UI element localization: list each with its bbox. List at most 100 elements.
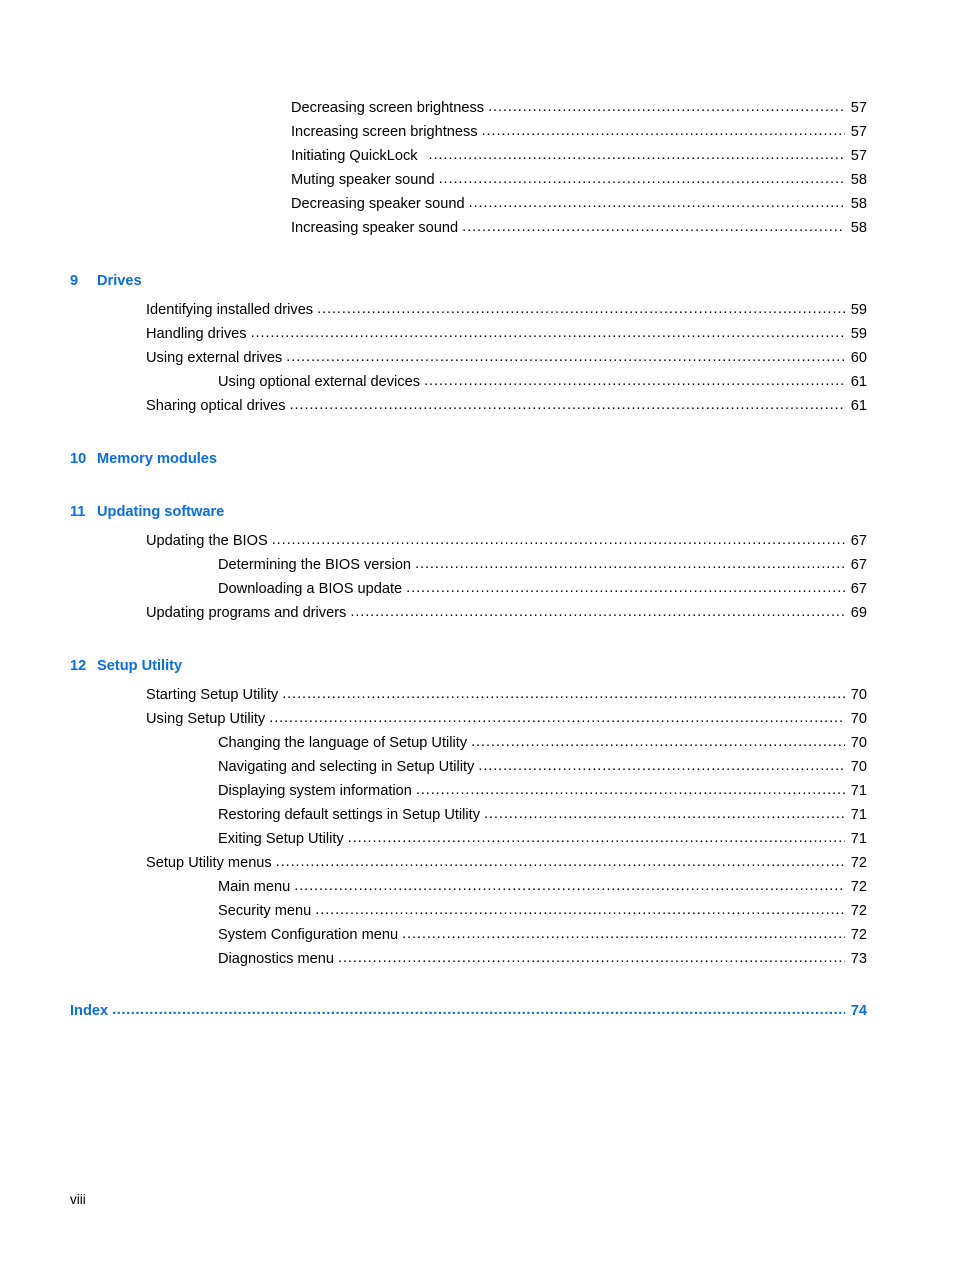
toc-entry[interactable]: Changing the language of Setup Utility..… <box>0 731 954 755</box>
toc-entry-label: Downloading a BIOS update <box>218 581 403 597</box>
toc-entry[interactable]: Decreasing screen brightness............… <box>0 96 954 120</box>
chapter-number: 10 <box>70 451 87 467</box>
toc-entry[interactable]: Navigating and selecting in Setup Utilit… <box>0 755 954 779</box>
toc-dot-leader: ........................................… <box>415 556 845 572</box>
chapter-title: Drives <box>97 273 142 289</box>
chapter-heading[interactable]: 11 Updating software <box>0 500 954 524</box>
toc-entry-label: Identifying installed drives <box>146 302 314 318</box>
toc-entry-label: Increasing screen brightness <box>291 124 478 140</box>
toc-entry[interactable]: Using Setup Utility.....................… <box>0 707 954 731</box>
chapter-heading[interactable]: 12 Setup Utility <box>0 654 954 678</box>
toc-dot-leader: ........................................… <box>350 604 845 620</box>
toc-entry[interactable]: Decreasing speaker sound................… <box>0 192 954 216</box>
toc-entry[interactable]: Sharing optical drives..................… <box>0 394 954 418</box>
toc-entry-label: Displaying system information <box>218 783 412 799</box>
toc-entry-page-number: 71 <box>850 807 867 823</box>
chapter-heading[interactable]: 9 Drives <box>0 269 954 293</box>
toc-dot-leader: ........................................… <box>406 580 845 596</box>
toc-entry-label: Increasing speaker sound <box>291 220 459 236</box>
toc-dot-leader: ........................................… <box>478 758 845 774</box>
toc-entry[interactable]: System Configuration menu...............… <box>0 923 954 947</box>
toc-entry-label: Restoring default settings in Setup Util… <box>218 807 481 823</box>
toc-entry[interactable]: Handling drives.........................… <box>0 322 954 346</box>
toc-dot-leader: ........................................… <box>315 902 845 918</box>
toc-dot-leader: ........................................… <box>481 123 845 139</box>
toc-index-dot-leader: ........................................… <box>112 1002 845 1018</box>
toc-dot-leader: ........................................… <box>471 734 845 750</box>
toc-entry-label: Handling drives <box>146 326 247 342</box>
toc-dot-leader: ........................................… <box>275 854 845 870</box>
toc-entry[interactable]: Using external drives...................… <box>0 346 954 370</box>
chapter-title: Updating software <box>97 504 225 520</box>
toc-entry-page-number: 72 <box>850 879 867 895</box>
toc-entry-label: Starting Setup Utility <box>146 687 279 703</box>
toc-entry[interactable]: Downloading a BIOS update...............… <box>0 577 954 601</box>
toc-entry[interactable]: Updating programs and drivers...........… <box>0 601 954 625</box>
toc-entry-label: Main menu <box>218 879 291 895</box>
toc-entry-label: Determining the BIOS version <box>218 557 412 573</box>
toc-entry[interactable]: Exiting Setup Utility...................… <box>0 827 954 851</box>
table-of-contents: Decreasing screen brightness............… <box>0 0 954 1023</box>
chapter-heading[interactable]: 10 Memory modules <box>0 447 954 471</box>
toc-entry[interactable]: Restoring default settings in Setup Util… <box>0 803 954 827</box>
toc-entry-label: Setup Utility menus <box>146 855 272 871</box>
chapter-number: 11 <box>70 504 86 520</box>
toc-entry[interactable]: Security menu...........................… <box>0 899 954 923</box>
toc-entry-page-number: 58 <box>850 220 867 236</box>
toc-entry-page-number: 72 <box>850 855 867 871</box>
toc-entry-page-number: 57 <box>850 148 867 164</box>
toc-entry-page-number: 67 <box>850 581 867 597</box>
chapter-number: 9 <box>70 273 79 289</box>
toc-entry-page-number: 57 <box>850 100 867 116</box>
toc-entry-page-number: 70 <box>850 759 867 775</box>
toc-entry-label: Updating programs and drivers <box>146 605 347 621</box>
toc-entry-page-number: 70 <box>850 711 867 727</box>
toc-dot-leader: ........................................… <box>282 686 845 702</box>
toc-index-label: Index <box>70 1003 109 1019</box>
toc-index-page-number: 74 <box>850 1003 867 1019</box>
toc-dot-leader: ........................................… <box>269 710 845 726</box>
toc-entry[interactable]: Setup Utility menus.....................… <box>0 851 954 875</box>
toc-index-entry[interactable]: Index...................................… <box>0 999 954 1023</box>
chapter-title: Setup Utility <box>97 658 183 674</box>
toc-entry-page-number: 73 <box>850 951 867 967</box>
toc-entry-label: Navigating and selecting in Setup Utilit… <box>218 759 475 775</box>
toc-entry[interactable]: Increasing speaker sound................… <box>0 216 954 240</box>
toc-entry-label: Muting speaker sound <box>291 172 435 188</box>
toc-dot-leader: ........................................… <box>488 99 845 115</box>
toc-entry-page-number: 72 <box>850 927 867 943</box>
toc-entry-label: Changing the language of Setup Utility <box>218 735 468 751</box>
toc-dot-leader: ........................................… <box>462 219 845 235</box>
toc-entry[interactable]: Identifying installed drives............… <box>0 298 954 322</box>
toc-entry[interactable]: Initiating QuickLock....................… <box>0 144 954 168</box>
toc-entry-label: Using Setup Utility <box>146 711 266 727</box>
toc-entry-page-number: 58 <box>850 172 867 188</box>
toc-entry[interactable]: Muting speaker sound....................… <box>0 168 954 192</box>
toc-entry[interactable]: Starting Setup Utility..................… <box>0 683 954 707</box>
toc-entry-label: Security menu <box>218 903 312 919</box>
toc-entry[interactable]: Updating the BIOS.......................… <box>0 529 954 553</box>
toc-entry-label: Decreasing screen brightness <box>291 100 485 116</box>
toc-entry[interactable]: Determining the BIOS version............… <box>0 553 954 577</box>
toc-entry-label: Exiting Setup Utility <box>218 831 344 847</box>
toc-dot-leader: ........................................… <box>424 373 845 389</box>
toc-entry-label: Initiating QuickLock <box>291 148 418 164</box>
toc-entry-label: Diagnostics menu <box>218 951 334 967</box>
toc-entry[interactable]: Increasing screen brightness............… <box>0 120 954 144</box>
toc-entry[interactable]: Main menu...............................… <box>0 875 954 899</box>
toc-entry-page-number: 69 <box>850 605 867 621</box>
toc-entry-label: Using optional external devices <box>218 374 420 390</box>
toc-entry-page-number: 57 <box>850 124 867 140</box>
toc-entry[interactable]: Diagnostics menu........................… <box>0 947 954 971</box>
toc-entry-page-number: 59 <box>850 326 867 342</box>
toc-entry-label: Updating the BIOS <box>146 533 268 549</box>
toc-entry-page-number: 71 <box>850 831 867 847</box>
toc-entry[interactable]: Displaying system information...........… <box>0 779 954 803</box>
toc-dot-leader: ........................................… <box>294 878 845 894</box>
toc-dot-leader: ........................................… <box>286 349 845 365</box>
toc-entry-page-number: 72 <box>850 903 867 919</box>
toc-entry-page-number: 70 <box>850 735 867 751</box>
document-page: Decreasing screen brightness............… <box>0 0 954 1270</box>
toc-entry[interactable]: Using optional external devices.........… <box>0 370 954 394</box>
